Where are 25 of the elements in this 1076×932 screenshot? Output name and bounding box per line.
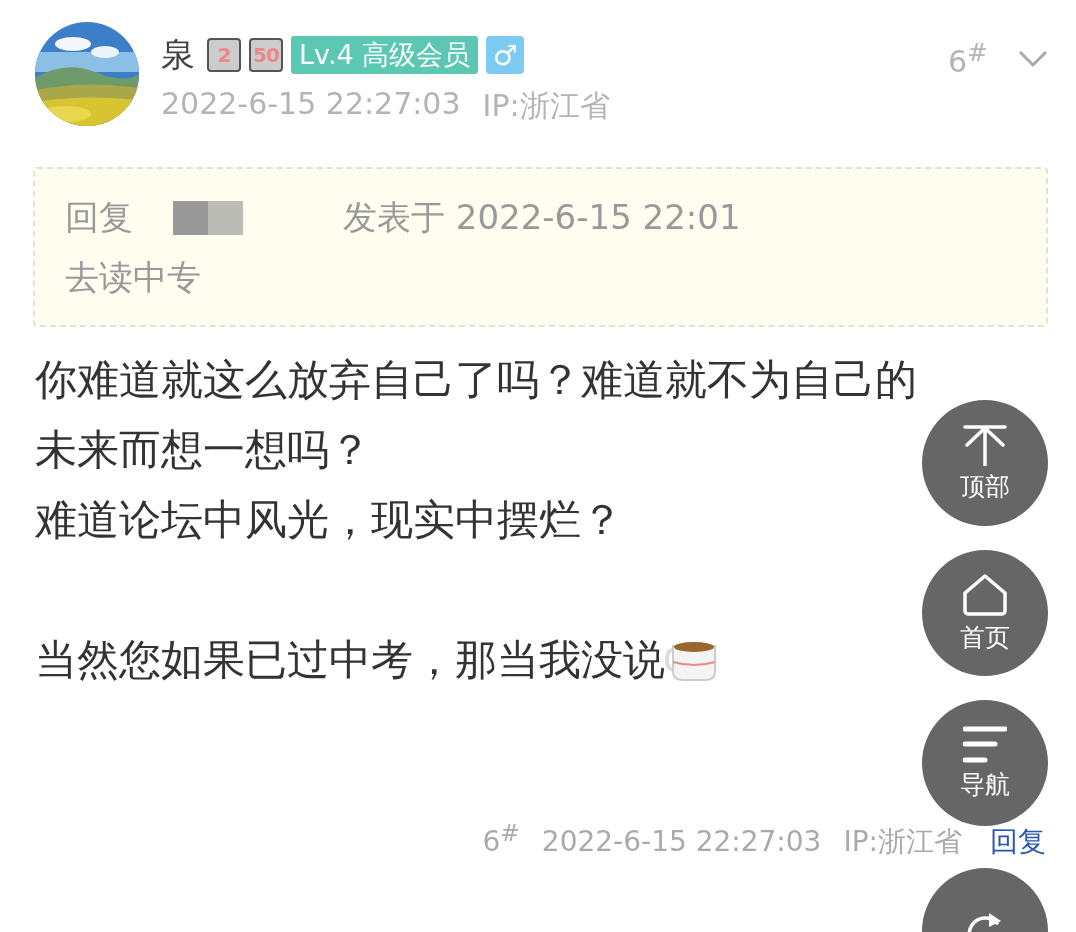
medal-badge: 2 [207,38,241,72]
post-time: 2022-6-15 22:27:03 [541,827,822,859]
menu-icon [963,725,1007,764]
redacted-name-drawing [173,201,243,235]
quote-text: 去读中专 [65,256,202,299]
to-top-icon [963,423,1007,466]
level-badge: Lv.4 高级会员 [291,36,479,74]
quote-post-time: 发表于 2022-6-15 22:01 [343,196,741,239]
post-text: 你难道就这么放弃自己了吗？难道就不为自己的未来而想一想吗？ [35,354,918,476]
top-float-button[interactable]: 顶部 [922,400,1048,526]
nav-float-button[interactable]: 导航 [922,700,1048,826]
medal-badge: 50 [249,38,283,72]
ip-location: IP:浙江省 [482,87,610,125]
post-time: 2022-6-15 22:27:03 [161,86,461,123]
home-icon [962,572,1008,617]
post-text: 当然您如果已过中考，那当我没说 [35,634,665,686]
ip-location: IP:浙江省 [843,827,962,859]
username[interactable]: 泉 [161,32,195,78]
gender-badge: ♂ [486,36,525,74]
post-text: 难道论坛中风光，现实中摆烂？ [35,494,623,546]
quote-label: 回复 [65,196,133,239]
floor-number: 6$^{#}$ [947,38,988,79]
floor-number: 6$^{#}$ [482,821,520,859]
home-float-button[interactable]: 首页 [922,550,1048,676]
reply-link[interactable]: 回复 [990,827,1046,859]
